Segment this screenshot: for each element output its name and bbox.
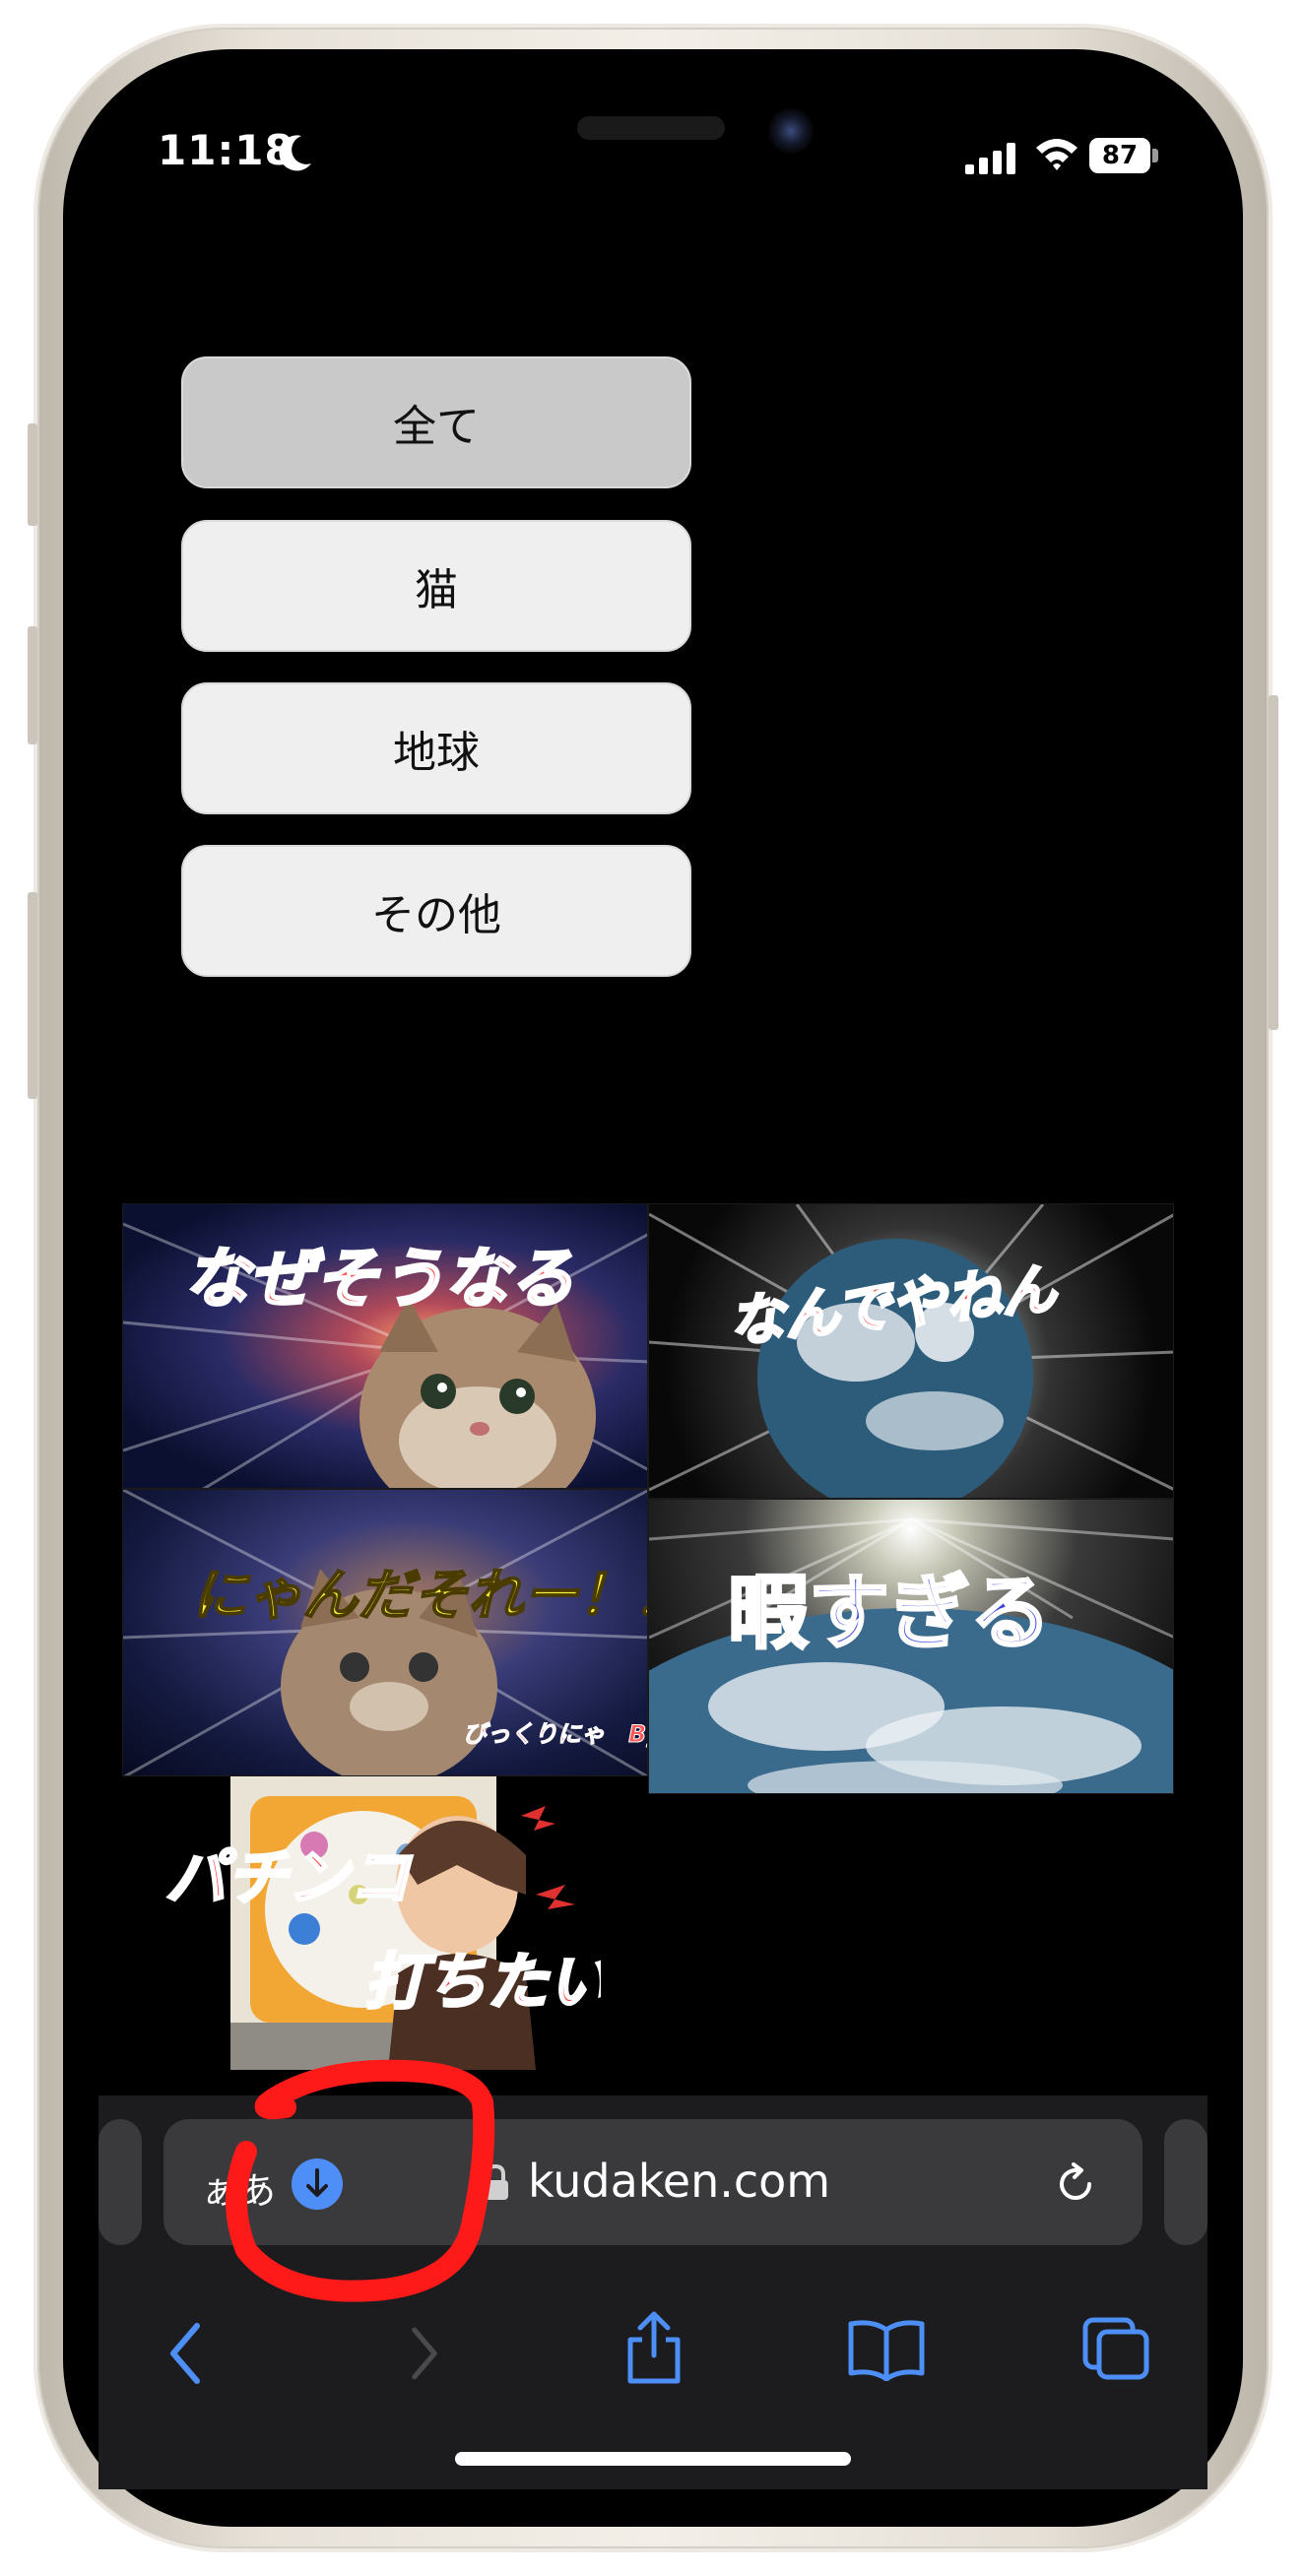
thumbnail-earth-2[interactable]: 暇すぎる [648,1499,1174,1794]
forward-icon [412,2327,437,2380]
thumbnail-cat-2[interactable]: にゃんだそれー！！ びっくりにゃ By猫 [122,1489,648,1776]
share-icon[interactable] [622,2310,685,2385]
thumbnail-subcaption: びっくりにゃ By猫 [463,1720,647,1749]
thumbnail-cat-1[interactable]: なぜそうなる [122,1203,648,1489]
thumbnail-caption-line1: パチンコ [163,1840,411,1915]
url-text[interactable]: kudaken.com [528,2155,830,2208]
volume-down-button [28,892,37,1099]
moon-icon [279,135,311,171]
back-icon[interactable] [165,2322,205,2385]
earpiece-speaker [577,116,725,140]
action-button [28,423,37,526]
thumbnail-earth-1[interactable]: なんでやねん [648,1203,1174,1499]
thumbnail-caption-line2: 打ちたい [362,1945,601,2020]
front-camera [768,108,814,154]
filter-all-button[interactable]: 全て [181,356,691,488]
bookmarks-icon[interactable] [847,2318,926,2381]
cellular-signal-icon [965,143,1015,174]
pachinko-illustration [230,1776,575,2070]
battery-indicator: 87 [1089,138,1150,173]
wifi-icon [1036,139,1077,170]
thumbnail-caption: なぜそうなる [183,1240,576,1319]
thumbnail-caption: 暇すぎる [726,1566,1052,1662]
reload-icon[interactable] [1050,2158,1101,2210]
thumbnail-other-1[interactable]: パチンコ 打ちたい [162,1776,601,2070]
tabs-icon[interactable] [1081,2316,1150,2381]
earth-illustration [649,1204,1173,1498]
previous-tab-preview[interactable] [98,2119,142,2245]
thumbnail-caption: にゃんだそれー！！ [191,1563,648,1629]
power-button [1269,695,1278,1030]
volume-up-button [28,626,37,744]
filter-earth-button[interactable]: 地球 [181,682,691,814]
home-indicator [455,2452,851,2466]
filter-cat-button[interactable]: 猫 [181,520,691,652]
next-tab-preview[interactable] [1164,2119,1207,2245]
status-time: 11:18 [158,126,294,174]
battery-cap [1152,149,1158,162]
filter-other-button[interactable]: その他 [181,845,691,977]
annotation-circle [226,2059,495,2302]
